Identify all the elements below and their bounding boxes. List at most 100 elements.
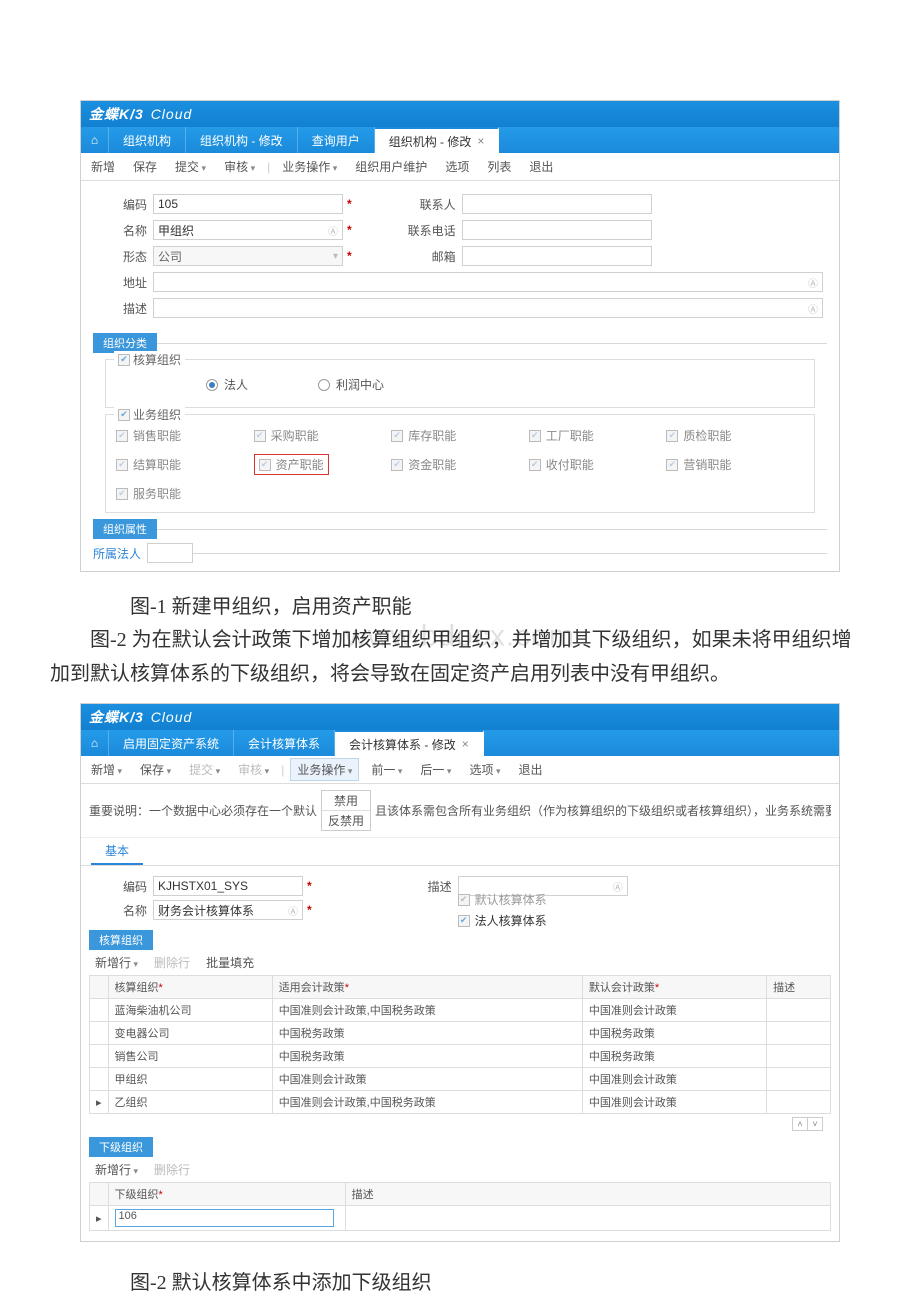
col-suborg[interactable]: 下级组织* [108, 1183, 345, 1206]
check-market[interactable]: 营销职能 [666, 454, 804, 475]
col-subdesc[interactable]: 描述 [345, 1183, 830, 1206]
exit-button[interactable]: 退出 [523, 156, 559, 177]
table-row[interactable]: 销售公司中国税务政策中国税务政策 [90, 1045, 831, 1068]
check-settle[interactable]: 结算职能 [116, 454, 254, 475]
tab-org-list[interactable]: 组织机构 [109, 127, 186, 153]
cell-desc[interactable] [767, 1022, 831, 1045]
cell-default[interactable]: 中国税务政策 [582, 1045, 766, 1068]
list-button[interactable]: 列表 [481, 156, 517, 177]
bizop-button[interactable]: 业务操作 [276, 156, 343, 177]
submit-button[interactable]: 提交 [169, 156, 212, 177]
home-tab[interactable]: ⌂ [81, 730, 109, 756]
fill-button[interactable]: 批量填充 [206, 954, 254, 971]
lang-icon[interactable]: Ⓐ [288, 903, 298, 918]
save-button[interactable]: 保存 [134, 759, 177, 780]
code-input[interactable]: 105 [153, 194, 343, 214]
cell-desc[interactable] [767, 999, 831, 1022]
lang-icon[interactable]: Ⓐ [808, 301, 818, 316]
suborg-input[interactable]: 106 [115, 1209, 335, 1227]
col-policy[interactable]: 适用会计政策* [272, 976, 582, 999]
tab-acct-system-edit[interactable]: 会计核算体系 - 修改 × [335, 730, 484, 756]
desc-input[interactable]: Ⓐ [153, 298, 823, 318]
check-qc[interactable]: 质检职能 [666, 427, 804, 444]
note-dropdown-panel[interactable]: 禁用 反禁用 [321, 790, 371, 831]
check-stock[interactable]: 库存职能 [391, 427, 529, 444]
checkbox-business[interactable] [118, 409, 130, 421]
radio-profit-option[interactable]: 利润中心 [318, 376, 384, 393]
cell-desc[interactable] [767, 1091, 831, 1114]
check-asset[interactable]: 资产职能 [254, 454, 392, 475]
contact-input[interactable] [462, 194, 652, 214]
table-row[interactable]: 蓝海柴油机公司中国准则会计政策,中国税务政策中国准则会计政策 [90, 999, 831, 1022]
option-button[interactable]: 选项 [463, 759, 506, 780]
addrow-button[interactable]: 新增行 [95, 954, 138, 971]
tab-org-edit-1[interactable]: 组织机构 - 修改 [186, 127, 298, 153]
col-default[interactable]: 默认会计政策* [582, 976, 766, 999]
new-button[interactable]: 新增 [85, 156, 121, 177]
subtab-basic[interactable]: 基本 [91, 838, 143, 865]
cell-org[interactable]: 销售公司 [108, 1045, 272, 1068]
addr-input[interactable]: Ⓐ [153, 272, 823, 292]
phone-input[interactable] [462, 220, 652, 240]
check-fund[interactable]: 资金职能 [391, 454, 529, 475]
cell-policy[interactable]: 中国税务政策 [272, 1022, 582, 1045]
submit-button[interactable]: 提交 [183, 759, 226, 780]
check-purchase[interactable]: 采购职能 [254, 427, 392, 444]
tab-acct-system[interactable]: 会计核算体系 [234, 730, 335, 756]
check-sale[interactable]: 销售职能 [116, 427, 254, 444]
lang-icon[interactable]: Ⓐ [613, 879, 623, 894]
exit-button[interactable]: 退出 [513, 759, 549, 780]
audit-button[interactable]: 审核 [218, 156, 261, 177]
close-icon[interactable]: × [462, 737, 469, 751]
cell-org[interactable]: 变电器公司 [108, 1022, 272, 1045]
new-button[interactable]: 新增 [85, 759, 128, 780]
cell-default[interactable]: 中国准则会计政策 [582, 999, 766, 1022]
radio-legal-option[interactable]: 法人 [206, 376, 248, 393]
addrow-button[interactable]: 新增行 [95, 1161, 138, 1178]
audit-button[interactable]: 审核 [232, 759, 275, 780]
cell-policy[interactable]: 中国税务政策 [272, 1045, 582, 1068]
tab-org-edit-active[interactable]: 组织机构 - 修改 × [375, 127, 500, 153]
check-service[interactable]: 服务职能 [116, 485, 254, 502]
lang-icon[interactable]: Ⓐ [808, 275, 818, 290]
check-pay[interactable]: 收付职能 [529, 454, 667, 475]
col-org[interactable]: 核算组织* [108, 976, 272, 999]
table-row[interactable]: 变电器公司中国税务政策中国税务政策 [90, 1022, 831, 1045]
checkbox-accounting[interactable] [118, 354, 130, 366]
orguser-button[interactable]: 组织用户维护 [349, 156, 433, 177]
cell-policy[interactable]: 中国准则会计政策,中国税务政策 [272, 999, 582, 1022]
next-button[interactable]: 后一 [414, 759, 457, 780]
nav-up-icon[interactable]: ˄ [792, 1117, 808, 1131]
table-row[interactable]: ▸ 106 [90, 1206, 831, 1231]
cell-default[interactable]: 中国税务政策 [582, 1022, 766, 1045]
option-button[interactable]: 选项 [439, 156, 475, 177]
subdesc-cell[interactable] [345, 1206, 830, 1231]
cell-default[interactable]: 中国准则会计政策 [582, 1068, 766, 1091]
form-select[interactable]: 公司 ▾ [153, 246, 343, 266]
note-option-undisable[interactable]: 反禁用 [322, 811, 370, 830]
check-legal-system[interactable]: 法人核算体系 [458, 912, 547, 929]
name-input[interactable]: 财务会计核算体系 Ⓐ [153, 900, 303, 920]
tab-query-user[interactable]: 查询用户 [298, 127, 375, 153]
mail-input[interactable] [462, 246, 652, 266]
delrow-button[interactable]: 删除行 [154, 1161, 190, 1178]
cell-org[interactable]: 甲组织 [108, 1068, 272, 1091]
table-row[interactable]: ▸乙组织中国准则会计政策,中国税务政策中国准则会计政策 [90, 1091, 831, 1114]
check-factory[interactable]: 工厂职能 [529, 427, 667, 444]
cell-org[interactable]: 蓝海柴油机公司 [108, 999, 272, 1022]
note-option-disable[interactable]: 禁用 [322, 791, 370, 811]
col-desc[interactable]: 描述 [767, 976, 831, 999]
cell-policy[interactable]: 中国准则会计政策 [272, 1068, 582, 1091]
tab-enable-fa[interactable]: 启用固定资产系统 [109, 730, 234, 756]
cell-org[interactable]: 乙组织 [108, 1091, 272, 1114]
cell-default[interactable]: 中国准则会计政策 [582, 1091, 766, 1114]
cell-desc[interactable] [767, 1068, 831, 1091]
sub-org-grid[interactable]: 下级组织* 描述 ▸ 106 [89, 1182, 831, 1231]
code-input[interactable]: KJHSTX01_SYS [153, 876, 303, 896]
cell-desc[interactable] [767, 1045, 831, 1068]
nav-down-icon[interactable]: ˅ [807, 1117, 823, 1131]
name-input[interactable]: 甲组织 Ⓐ [153, 220, 343, 240]
delrow-button[interactable]: 删除行 [154, 954, 190, 971]
table-row[interactable]: 甲组织中国准则会计政策中国准则会计政策 [90, 1068, 831, 1091]
bizop-button[interactable]: 业务操作 [290, 758, 359, 781]
